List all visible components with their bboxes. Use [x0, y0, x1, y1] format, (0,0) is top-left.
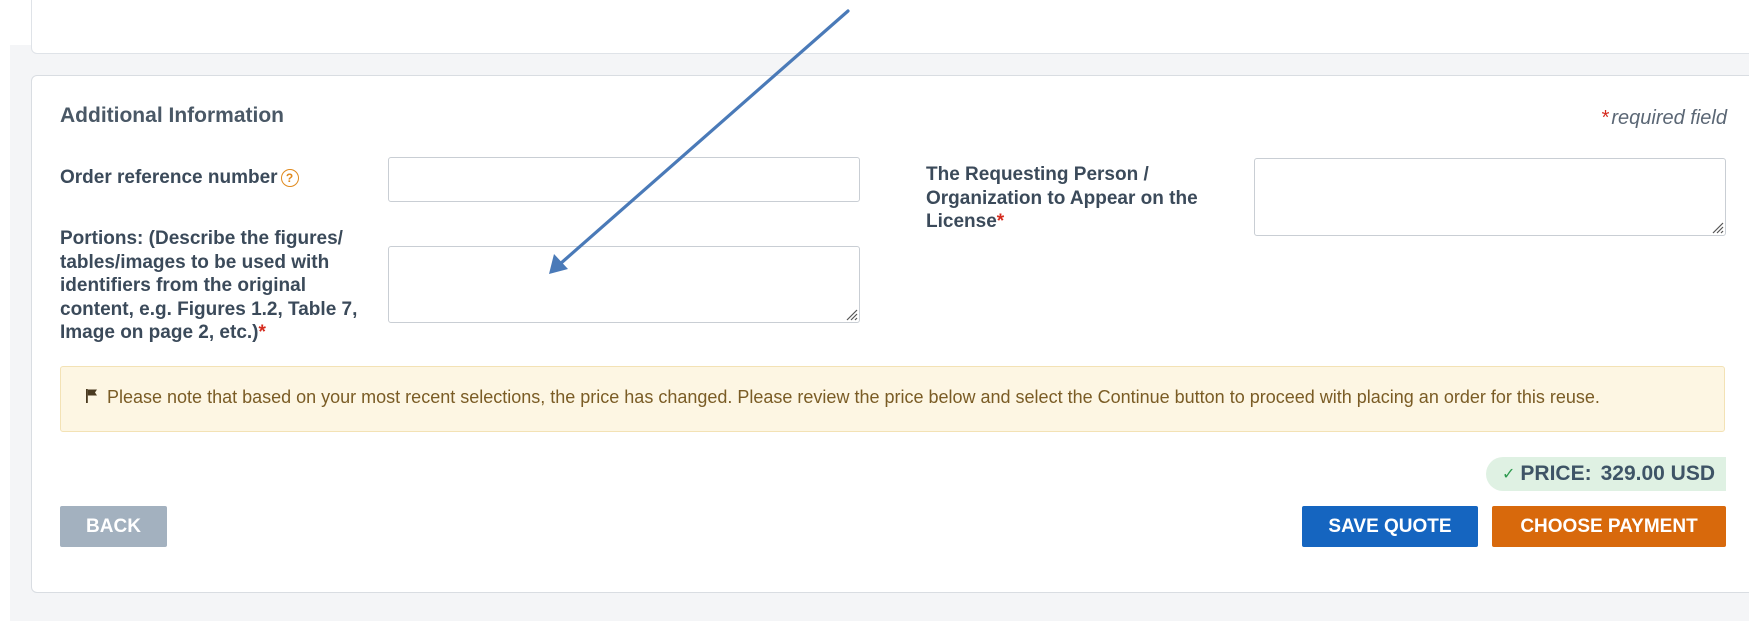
requesting-person-textarea[interactable]	[1254, 158, 1726, 236]
price-value: 329.00 USD	[1600, 462, 1715, 485]
portions-label-line: content, e.g. Figures 1.2, Table 7,	[60, 298, 358, 320]
choose-payment-button[interactable]: CHOOSE PAYMENT	[1492, 506, 1726, 547]
price-badge: ✓ PRICE: 329.00 USD	[1486, 457, 1726, 491]
section-title: Additional Information	[60, 104, 284, 127]
portions-textarea[interactable]	[388, 246, 860, 323]
portions-label-line: Image on page 2, etc.)*	[60, 322, 266, 343]
portions-label-line: tables/images to be used with	[60, 251, 330, 273]
price-label: PRICE:	[1520, 462, 1592, 485]
portions-textarea-wrapper	[388, 246, 860, 323]
flag-icon	[86, 389, 97, 403]
requesting-person-label-line: License*	[926, 211, 1005, 232]
price-change-notice: Please note that based on your most rece…	[60, 366, 1725, 432]
help-icon[interactable]: ?	[280, 169, 299, 187]
order-reference-label-text: Order reference number	[60, 167, 278, 188]
check-icon: ✓	[1502, 466, 1516, 483]
back-button[interactable]: BACK	[60, 506, 167, 547]
order-reference-label: Order reference number?	[60, 166, 299, 190]
portions-label: Portions: (Describe the figures/ tables/…	[60, 227, 390, 345]
required-star: *	[258, 322, 266, 343]
notice-text: Please note that based on your most rece…	[107, 387, 1600, 407]
resize-grip-icon[interactable]	[844, 307, 858, 321]
order-reference-input[interactable]	[388, 157, 860, 202]
required-star: *	[1601, 107, 1610, 129]
requesting-person-label-line: The Requesting Person /	[926, 164, 1149, 185]
previous-section-card	[31, 0, 1749, 54]
save-quote-button[interactable]: SAVE QUOTE	[1302, 506, 1478, 547]
portions-label-line: identifiers from the original	[60, 275, 306, 296]
requesting-person-label-line: Organization to Appear on the	[926, 187, 1198, 209]
portions-label-line: Portions: (Describe the figures/	[60, 228, 343, 249]
resize-grip-icon[interactable]	[1710, 220, 1724, 234]
requesting-person-textarea-wrapper	[1254, 158, 1726, 236]
requesting-person-label: The Requesting Person / Organization to …	[926, 163, 1246, 234]
required-field-note: * required field	[1602, 107, 1727, 130]
required-star: *	[996, 211, 1005, 232]
required-field-text: required field	[1611, 107, 1727, 129]
